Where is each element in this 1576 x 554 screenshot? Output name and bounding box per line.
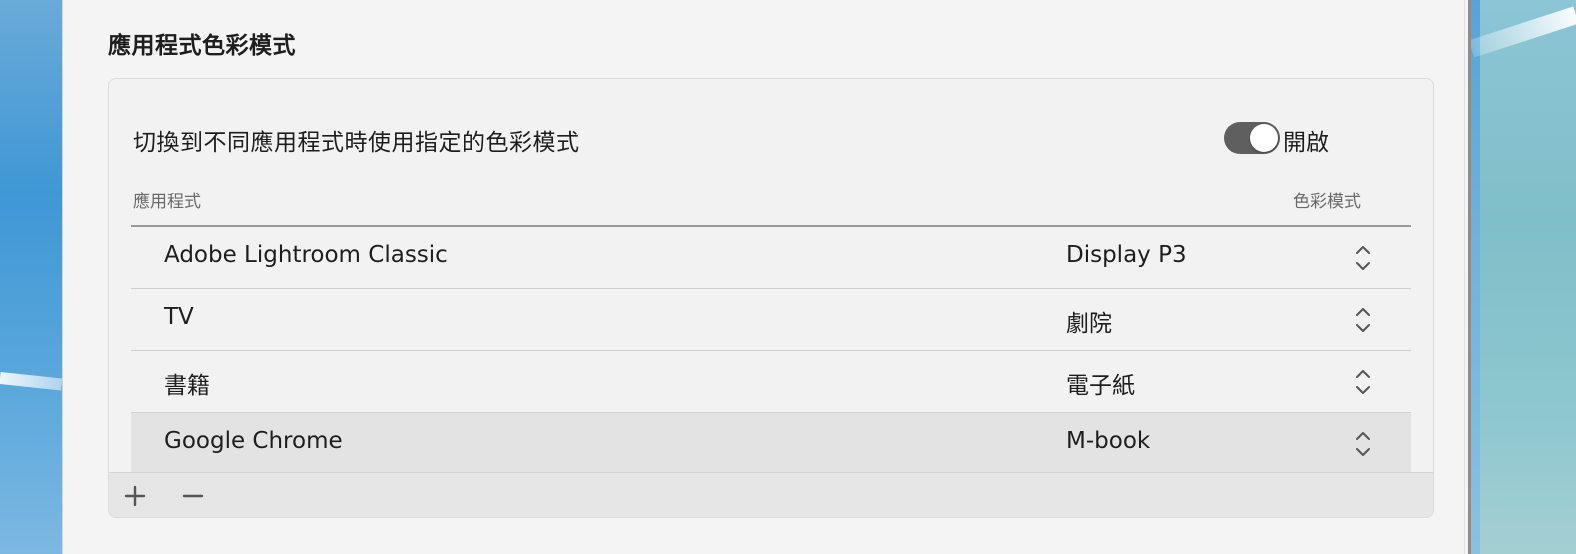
minus-icon[interactable] [178, 481, 208, 511]
table-row[interactable]: Adobe Lightroom Classic Display P3 [131, 227, 1411, 289]
row-color-mode[interactable]: 電子紙 [1066, 366, 1135, 400]
row-app-name: 書籍 [164, 373, 210, 399]
column-header-color-mode: 色彩模式 [1293, 192, 1361, 212]
window-scrollbar-track[interactable] [1468, 0, 1471, 554]
table-toolbar [109, 472, 1433, 517]
row-color-mode[interactable]: 劇院 [1066, 304, 1112, 338]
toggle-knob [1250, 124, 1278, 152]
table-row-selected[interactable]: Google Chrome M-book [131, 413, 1411, 475]
row-color-mode[interactable]: Display P3 [1066, 242, 1187, 268]
row-app-name: Google Chrome [164, 428, 343, 454]
plus-icon[interactable] [120, 481, 150, 511]
desktop-wallpaper-right [1480, 0, 1576, 554]
toggle-state-label: 開啟 [1283, 130, 1329, 156]
section-title: 應用程式色彩模式 [108, 33, 296, 59]
row-color-mode[interactable]: M-book [1066, 428, 1150, 454]
chevron-up-down-icon[interactable] [1353, 427, 1373, 461]
chevron-up-down-icon[interactable] [1353, 365, 1373, 399]
table-row[interactable]: 書籍 電子紙 [131, 351, 1411, 413]
switch-label: 切換到不同應用程式時使用指定的色彩模式 [133, 130, 580, 156]
app-color-mode-toggle[interactable] [1224, 122, 1280, 154]
chevron-up-down-icon[interactable] [1353, 303, 1373, 337]
column-header-app: 應用程式 [133, 192, 201, 212]
table-row[interactable]: TV 劇院 [131, 289, 1411, 351]
desktop-wallpaper-left [0, 0, 62, 554]
chevron-up-down-icon[interactable] [1353, 241, 1373, 275]
app-color-mode-panel: 切換到不同應用程式時使用指定的色彩模式 開啟 應用程式 色彩模式 Adobe L… [108, 78, 1434, 518]
row-app-name: Adobe Lightroom Classic [164, 242, 448, 268]
row-app-name: TV [164, 304, 194, 330]
app-color-mode-table: Adobe Lightroom Classic Display P3 TV 劇院… [131, 225, 1411, 475]
